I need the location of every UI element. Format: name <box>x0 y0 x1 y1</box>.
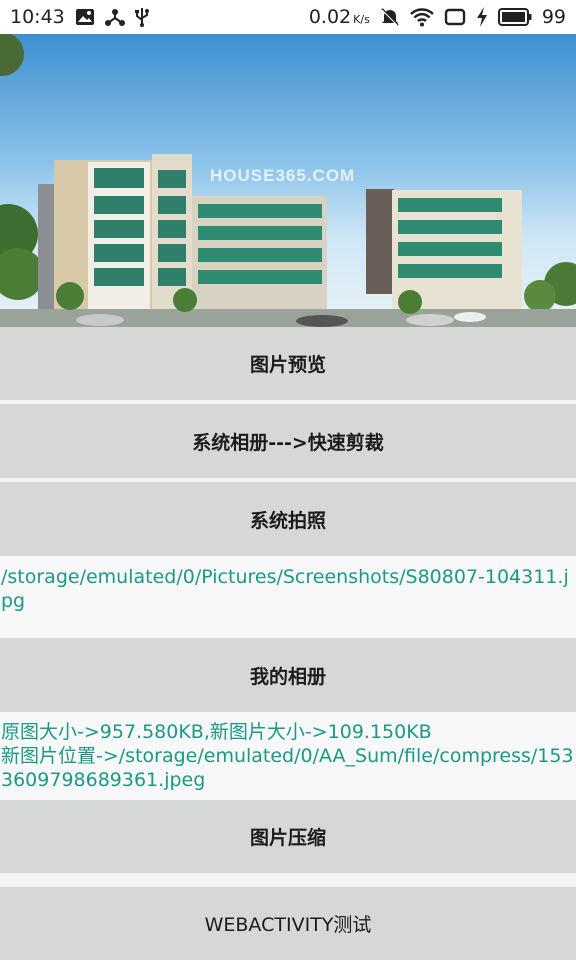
divider <box>0 873 576 887</box>
status-bar: 10:43 0.02 K/s 99 <box>0 0 576 34</box>
battery-icon <box>497 8 532 26</box>
mute-icon <box>380 7 400 27</box>
compress-result-text: 原图大小->957.580KB,新图片大小->109.150KB 新图片位置->… <box>0 712 576 800</box>
screen-icon <box>444 8 466 26</box>
hero-building-image: HOUSE365.COM <box>0 34 576 327</box>
usb-icon <box>134 7 149 27</box>
photo-path-text: /storage/emulated/0/Pictures/Screenshots… <box>0 556 576 638</box>
my-album-button[interactable]: 我的相册 <box>0 638 576 712</box>
image-watermark: HOUSE365.COM <box>210 166 356 185</box>
system-camera-button[interactable]: 系统拍照 <box>0 482 576 556</box>
battery-level: 99 <box>541 6 566 28</box>
album-quick-crop-button[interactable]: 系统相册--->快速剪裁 <box>0 404 576 478</box>
network-speed: 0.02 K/s <box>309 6 370 28</box>
wifi-icon <box>409 7 434 27</box>
charging-icon <box>476 7 488 27</box>
gallery-icon <box>75 8 95 26</box>
network-speed-unit: K/s <box>353 13 370 26</box>
image-compress-button[interactable]: 图片压缩 <box>0 800 576 873</box>
usb-share-icon <box>104 8 125 26</box>
clock: 10:43 <box>10 6 65 28</box>
webactivity-test-button[interactable]: WEBACTIVITY测试 <box>0 887 576 960</box>
image-preview-button[interactable]: 图片预览 <box>0 327 576 400</box>
network-speed-value: 0.02 <box>308 6 352 28</box>
